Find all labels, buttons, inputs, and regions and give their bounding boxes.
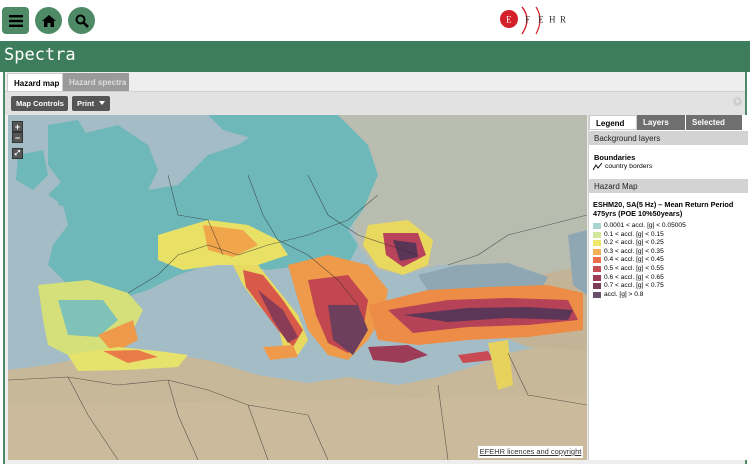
map-canvas xyxy=(8,115,587,460)
legend-label: 0.6 < accl. [g] < 0.65 xyxy=(604,273,664,281)
content-frame: Hazard map Hazard spectra Map Controls P… xyxy=(3,72,748,464)
legend-item: accl. [g] > 0.8 xyxy=(593,291,743,300)
hamburger-menu-icon xyxy=(8,14,23,27)
legend-label: 0.0001 < accl. [g] < 0.05005 xyxy=(604,222,686,229)
map-controls-button[interactable]: Map Controls xyxy=(11,96,68,111)
fullscreen-icon[interactable]: ⤢ xyxy=(12,148,23,159)
collapse-icon[interactable]: » xyxy=(733,97,742,106)
home-button[interactable] xyxy=(35,7,62,34)
border-line-icon xyxy=(593,163,602,171)
legend-swatch xyxy=(593,231,601,238)
tab-selected[interactable]: Selected xyxy=(686,115,742,130)
menu-button[interactable] xyxy=(2,7,29,34)
legend-list: 0.0001 < accl. [g] < 0.05005 0.1 < accl.… xyxy=(593,222,743,299)
svg-text:H: H xyxy=(549,15,556,25)
legend-item: 0.7 < accl. [g] < 0.75 xyxy=(593,282,743,291)
legend-swatch xyxy=(593,265,601,272)
legend-item: 0.3 < accl. [g] < 0.35 xyxy=(593,248,743,257)
map-toolbar: Map Controls Print » xyxy=(5,91,745,115)
legend-item: 0.5 < accl. [g] < 0.55 xyxy=(593,265,743,274)
legend-label: 0.4 < accl. [g] < 0.45 xyxy=(604,256,664,264)
zoom-in-button[interactable]: + xyxy=(12,121,23,132)
legend-swatch xyxy=(593,291,601,298)
country-borders-label: country borders xyxy=(605,163,653,170)
legend-label: 0.5 < accl. [g] < 0.55 xyxy=(604,264,664,272)
legend-item: 0.1 < accl. [g] < 0.15 xyxy=(593,231,743,240)
svg-text:R: R xyxy=(560,15,566,25)
title-bar: Spectra xyxy=(0,41,750,72)
caret-down-icon xyxy=(99,101,106,105)
legend-swatch xyxy=(593,283,601,290)
search-icon xyxy=(75,14,89,28)
legend-item: 0.2 < accl. [g] < 0.25 xyxy=(593,239,743,248)
legend-item: 0.4 < accl. [g] < 0.45 xyxy=(593,256,743,265)
legend-swatch xyxy=(593,248,601,255)
svg-text:E: E xyxy=(506,15,512,25)
tab-hazard-spectra[interactable]: Hazard spectra xyxy=(63,73,129,91)
legend-swatch xyxy=(593,257,601,264)
legend-label: accl. [g] > 0.8 xyxy=(604,290,644,298)
legend-panel: Legend Layers Selected Background layers… xyxy=(588,115,748,460)
legend-item: 0.0001 < accl. [g] < 0.05005 xyxy=(593,222,743,231)
hazard-map-heading[interactable]: Hazard Map xyxy=(589,179,748,193)
efehr-logo[interactable]: E F E H R xyxy=(498,6,568,36)
tab-layers[interactable]: Layers xyxy=(637,115,685,130)
tab-hazard-map[interactable]: Hazard map xyxy=(7,73,63,91)
home-icon xyxy=(41,14,56,27)
legend-swatch xyxy=(593,240,601,247)
copyright-link[interactable]: EFEHR licences and copyright xyxy=(478,446,583,458)
page-title: Spectra xyxy=(4,45,76,65)
svg-text:E: E xyxy=(538,15,544,25)
print-button[interactable]: Print xyxy=(72,96,110,111)
legend-title: ESHM20, SA(5 Hz) – Mean Return Period 47… xyxy=(593,200,734,218)
efehr-logo-mark: E F E H R xyxy=(500,6,566,35)
panel-tabs: Legend Layers Selected xyxy=(589,115,748,130)
top-bar: E F E H R xyxy=(0,0,750,41)
legend-label: 0.3 < accl. [g] < 0.35 xyxy=(604,247,664,255)
legend-item: 0.6 < accl. [g] < 0.65 xyxy=(593,274,743,283)
boundaries-label: Boundaries xyxy=(594,153,636,162)
legend-label: 0.2 < accl. [g] < 0.25 xyxy=(604,239,664,247)
legend-swatch xyxy=(593,223,601,229)
print-label: Print xyxy=(77,99,95,108)
legend-label: 0.7 < accl. [g] < 0.75 xyxy=(604,282,664,290)
hazard-map[interactable]: + − ⤢ EFEHR licences and copyright xyxy=(8,115,587,460)
legend-label: 0.1 < accl. [g] < 0.15 xyxy=(604,230,664,238)
legend-swatch xyxy=(593,274,601,281)
app-root: E F E H R Spectra Hazard map Hazard spec… xyxy=(0,0,750,464)
svg-text:F: F xyxy=(525,15,530,25)
search-button[interactable] xyxy=(68,7,95,34)
zoom-out-button[interactable]: − xyxy=(12,132,23,143)
tab-legend[interactable]: Legend xyxy=(589,115,637,130)
background-layers-heading[interactable]: Background layers xyxy=(589,131,748,145)
